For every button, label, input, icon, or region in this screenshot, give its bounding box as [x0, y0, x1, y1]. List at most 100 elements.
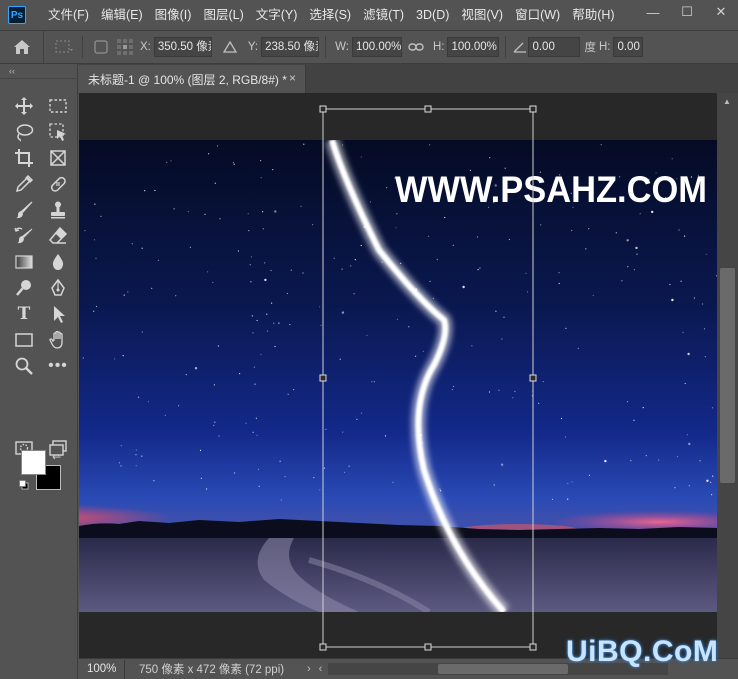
link-icon[interactable]: [404, 35, 428, 59]
droplet-icon: [52, 254, 64, 270]
y-label: Y:: [247, 41, 259, 53]
rectangle-icon: [15, 333, 33, 347]
pen-tool[interactable]: [45, 276, 71, 300]
menu-select[interactable]: 选择(S): [303, 0, 357, 30]
menu-edit[interactable]: 编辑(E): [95, 0, 149, 30]
document-tab-title: 未标题-1 @ 100% (图层 2, RGB/8#) *: [88, 72, 287, 87]
zoom-level[interactable]: 100%: [79, 659, 125, 679]
w-input[interactable]: 100.00%: [351, 37, 402, 57]
stamp-tool[interactable]: [45, 198, 71, 222]
transform-mode-icon[interactable]: [52, 35, 76, 59]
y-input[interactable]: 238.50 像素: [261, 37, 320, 57]
hand-tool[interactable]: [45, 328, 71, 352]
scroll-up-icon[interactable]: ▲: [723, 97, 731, 106]
type-tool[interactable]: T: [11, 302, 37, 326]
document-info: 750 像素 x 472 像素 (72 ppi): [139, 664, 285, 676]
menu-3d[interactable]: 3D(D): [410, 0, 455, 30]
vertical-scroll-thumb[interactable]: [720, 268, 735, 483]
type-icon: T: [17, 304, 31, 324]
hand-icon: [49, 330, 63, 349]
dodge-tool[interactable]: [11, 276, 37, 300]
divider: [82, 36, 83, 58]
menu-help[interactable]: 帮助(H): [566, 0, 620, 30]
w-label: W:: [335, 41, 349, 53]
window-controls: — ☐ ✕: [636, 0, 738, 24]
move-tool[interactable]: [11, 94, 37, 118]
brush-tool[interactable]: [11, 198, 37, 222]
menu-file[interactable]: 文件(F): [42, 0, 95, 30]
history-brush-tool[interactable]: [11, 224, 37, 248]
menu-filter[interactable]: 滤镜(T): [357, 0, 410, 30]
reference-point-icon[interactable]: [113, 35, 137, 59]
menu-image[interactable]: 图像(I): [149, 0, 198, 30]
brush-icon: [16, 201, 33, 219]
path-selection-tool[interactable]: [45, 302, 71, 326]
marquee-tool[interactable]: [45, 94, 71, 118]
bandage-icon: [50, 176, 66, 192]
horizontal-scroll-thumb[interactable]: [438, 664, 569, 674]
watermark: UiBQ.CoM: [566, 635, 719, 668]
menu-window[interactable]: 窗口(W): [509, 0, 566, 30]
menu-type[interactable]: 文字(Y): [250, 0, 304, 30]
menu-view[interactable]: 视图(V): [455, 0, 509, 30]
screen-mode-icon: [49, 440, 67, 456]
rectangle-tool[interactable]: [11, 328, 37, 352]
angle-unit: 度: [584, 42, 596, 54]
minimize-button[interactable]: —: [636, 0, 670, 24]
x-input[interactable]: 350.50 像素: [153, 37, 212, 57]
more-icon: •••: [48, 357, 68, 374]
blur-tool[interactable]: [45, 250, 71, 274]
close-button[interactable]: ✕: [704, 0, 738, 24]
edit-toolbar-button[interactable]: •••: [45, 354, 71, 378]
move-icon: [15, 97, 33, 115]
transform-bounding-box[interactable]: [79, 93, 717, 658]
healing-brush-tool[interactable]: [45, 172, 71, 196]
close-tab-icon[interactable]: ×: [289, 71, 296, 85]
divider: [0, 78, 78, 79]
history-brush-icon: [14, 227, 33, 244]
menu-layer[interactable]: 图层(L): [197, 0, 249, 30]
vertical-scrollbar[interactable]: ▲: [717, 93, 738, 658]
hskew-input[interactable]: 0.00: [613, 37, 644, 57]
rectangle-marquee-icon: [49, 99, 67, 113]
gradient-tool[interactable]: [11, 250, 37, 274]
tools-panel: ‹‹ T ••• ⇄: [0, 64, 78, 679]
canvas-workspace[interactable]: WWW.PSAHZ.COM: [79, 93, 717, 658]
screen-mode-button[interactable]: [45, 436, 71, 460]
pen-icon: [51, 278, 65, 296]
scroll-left-icon[interactable]: ‹: [315, 663, 327, 675]
menu-items: 文件(F) 编辑(E) 图像(I) 图层(L) 文字(Y) 选择(S) 滤镜(T…: [42, 0, 621, 30]
eyedropper-tool[interactable]: [11, 172, 37, 196]
lasso-tool[interactable]: [11, 120, 37, 144]
crop-tool[interactable]: [11, 146, 37, 170]
status-menu-arrow[interactable]: ›: [303, 663, 315, 675]
object-selection-tool[interactable]: [45, 120, 71, 144]
document-tab[interactable]: 未标题-1 @ 100% (图层 2, RGB/8#) * ×: [79, 65, 306, 93]
options-bar: X: 350.50 像素 Y: 238.50 像素 W: 100.00% H: …: [0, 30, 738, 64]
checkbox-icon[interactable]: [89, 35, 113, 59]
angle-icon[interactable]: [512, 35, 528, 59]
angle-input[interactable]: 0.00: [528, 37, 581, 57]
eraser-tool[interactable]: [45, 224, 71, 248]
foreground-color-swatch[interactable]: [21, 450, 46, 475]
maximize-button[interactable]: ☐: [670, 0, 704, 24]
home-button[interactable]: [0, 31, 44, 63]
lasso-icon: [16, 124, 34, 142]
collapse-panel-button[interactable]: ‹‹: [9, 66, 15, 76]
photoshop-logo: Ps: [8, 6, 26, 24]
default-colors-icon[interactable]: [19, 480, 29, 490]
menu-bar: Ps 文件(F) 编辑(E) 图像(I) 图层(L) 文字(Y) 选择(S) 滤…: [0, 0, 738, 30]
delta-icon[interactable]: [218, 35, 242, 59]
gradient-icon: [15, 255, 33, 269]
frame-tool[interactable]: [45, 146, 71, 170]
h-label: H:: [432, 41, 445, 53]
divider: [505, 36, 507, 58]
zoom-tool[interactable]: [11, 354, 37, 378]
arrow-cursor-icon: [54, 306, 65, 323]
frame-icon: [50, 150, 66, 166]
h-input[interactable]: 100.00%: [447, 37, 500, 57]
magnifier-icon: [15, 357, 33, 375]
hskew-label: H:: [598, 41, 611, 53]
eraser-icon: [48, 226, 68, 244]
divider: [325, 36, 327, 58]
